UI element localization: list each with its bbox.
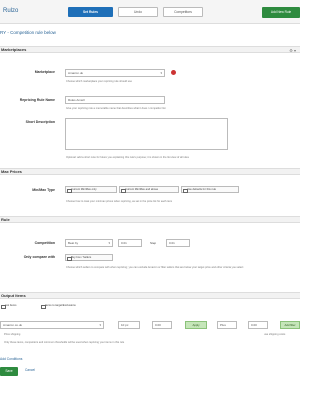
section-output: Output Items [0,292,300,299]
output-help: Only these items, competitors and minimu… [4,341,125,344]
add-filter-button[interactable]: Add filter [280,321,300,329]
description-help: Optional: add a short note for future yo… [66,156,189,159]
rule-name-input[interactable]: Rules Amazl [65,96,165,104]
amount-input[interactable]: 0.01 [118,239,142,247]
section-title: Max Prices [1,169,22,174]
required-icon [171,70,176,75]
section-rule: Rule [0,216,300,223]
output-extra-note: use shipping costs [264,333,286,336]
brand-logo[interactable]: Rulzo [3,8,18,14]
minmax-option-3[interactable]: Use defaults for this rule [181,186,239,193]
step-label: Step [150,241,157,245]
save-button[interactable]: Save [0,367,18,376]
marketplace-help: Choose which marketplace your repricing … [66,80,132,83]
competition-select[interactable]: Beat by ▾ [65,239,113,247]
plus-select[interactable]: Plus [217,321,237,329]
section-title: Output Items [1,293,26,298]
section-max-prices: Max Prices [0,168,300,175]
page-title: RY - Competition rule below [0,30,56,35]
cancel-link[interactable]: Cancel [25,368,35,372]
amount-field[interactable]: 0.00 [248,321,268,329]
radio-list-items[interactable]: List Items [0,303,36,310]
competition-label: Competition [34,241,55,245]
section-title: Rule [1,217,10,222]
compare-help: Choose which sellers to compare with whe… [66,266,244,269]
compare-checkbox[interactable]: Buy box / Sellers [65,254,113,261]
marketplace-value: Amazon.uk [68,71,84,75]
rule-name-help: Give your repricing rule a memorable nam… [66,107,166,110]
minmax-type-label: Min/Max Type [32,188,55,192]
chevron-down-icon: ▾ [160,71,162,75]
minmax-help: Choose how to treat your min/max prices … [66,200,173,203]
rule-name-label: Repricing Rule Name [19,98,55,102]
chevron-down-icon: ▾ [108,241,110,245]
minmax-option-2[interactable]: Current Min/Max and above [119,186,179,193]
tab-set-rules[interactable]: Set Rules [68,7,113,17]
compare-label: Only compare with [23,255,55,259]
section-title: Marketplaces [1,47,27,52]
description-label: Short Description [25,120,55,124]
qty-input[interactable]: 10 pc [118,321,140,329]
description-textarea[interactable] [65,118,228,150]
output-select[interactable]: Amazon.co.uk ▾ [0,321,104,329]
add-rule-button[interactable]: Add New Rule [262,7,300,18]
minmax-option-1[interactable]: Current Min/Max only [65,186,117,193]
section-tools-icon[interactable]: ⚙ ▾ [289,48,296,54]
output-note: Price shipping [4,333,21,336]
radio-target-exclusions[interactable]: Items to target/Exclusions [40,303,110,310]
add-conditions-link[interactable]: Add Conditions [0,357,22,361]
step-input[interactable]: 0.01 [166,239,190,247]
competition-value: Beat by [68,241,79,245]
top-bar: Rulzo Set Rules Undo Competitors Add New… [0,0,300,24]
chevron-down-icon: ▾ [99,323,101,327]
tab-undo[interactable]: Undo [118,7,158,17]
section-marketplaces: Marketplaces ⚙ ▾ [0,46,300,53]
apply-button[interactable]: Apply [185,321,207,329]
output-select-value: Amazon.co.uk [3,323,23,327]
marketplace-select[interactable]: Amazon.uk ▾ [65,69,165,77]
marketplace-label: Marketplace [34,70,55,74]
price-input[interactable]: 0.00 [152,321,172,329]
tab-competitors[interactable]: Competitors [163,7,203,17]
